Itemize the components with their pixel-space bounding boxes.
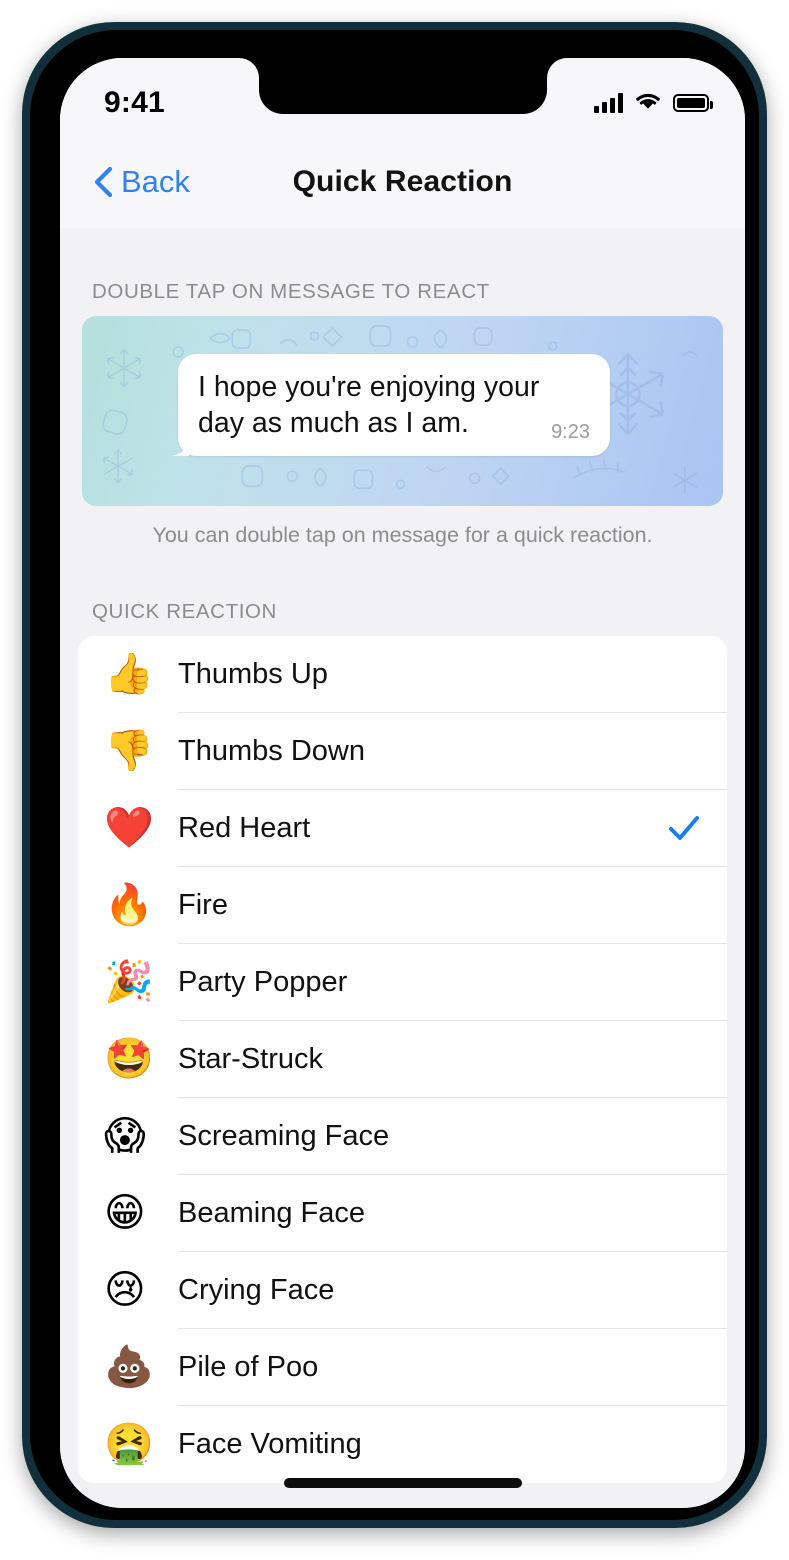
battery-full-icon [673,94,713,112]
reaction-row[interactable]: 👍 Thumbs Up [78,636,727,713]
wifi-icon [633,90,663,117]
message-section-header: DOUBLE TAP ON MESSAGE TO REACT [92,280,490,303]
notch-ear-right [546,58,567,78]
reaction-label: Crying Face [178,1273,335,1306]
reaction-label: Star-Struck [178,1042,324,1075]
reaction-emoji-icon: 🔥 [104,882,154,929]
device-frame: 9:41 Back Quick Reaction DOUBLE TAP ON M… [22,22,767,1528]
reaction-row[interactable]: 👎 Thumbs Down [78,713,727,790]
back-button[interactable]: Back [92,164,190,200]
status-indicators [594,90,713,117]
status-time: 9:41 [104,86,165,119]
reaction-emoji-icon: 🤩 [104,1036,154,1083]
reaction-label: Beaming Face [178,1196,365,1229]
reaction-row[interactable]: 😢 Crying Face [78,1252,727,1329]
reaction-label: Party Popper [178,965,348,998]
device-bezel: 9:41 Back Quick Reaction DOUBLE TAP ON M… [30,30,759,1520]
reaction-emoji-icon: 🤮 [104,1421,154,1468]
message-section-footer: You can double tap on message for a quic… [152,523,653,547]
reaction-emoji-icon: 👎 [104,728,154,775]
chat-bubble-timestamp: 9:23 [551,420,590,443]
cellular-signal-icon [594,93,623,113]
reaction-row[interactable]: 🎉 Party Popper [78,944,727,1021]
reaction-label: Screaming Face [178,1119,390,1152]
chevron-left-icon [94,166,113,198]
reaction-label: Red Heart [178,811,311,844]
reaction-label: Fire [178,888,228,921]
settings-content: DOUBLE TAP ON MESSAGE TO REACT I hope yo… [60,228,745,1508]
reaction-row[interactable]: 🤮 Face Vomiting [78,1406,727,1483]
chat-bubble: I hope you're enjoying your day as much … [178,354,610,456]
reaction-row[interactable]: 💩 Pile of Poo [78,1329,727,1406]
reaction-row[interactable]: 🤩 Star-Struck [78,1021,727,1098]
reaction-emoji-icon: ❤️ [104,805,154,852]
reaction-emoji-icon: 😁 [104,1190,146,1237]
back-button-label: Back [121,164,190,199]
notch-ear-left [238,58,259,78]
reaction-emoji-icon: 😱 [104,1113,146,1160]
reaction-label: Face Vomiting [178,1427,362,1460]
reaction-emoji-icon: 🎉 [104,959,154,1006]
reaction-emoji-icon: 💩 [104,1344,154,1391]
reaction-label: Thumbs Down [178,734,365,767]
reaction-row[interactable]: 😁 Beaming Face [78,1175,727,1252]
navigation-bar: Back Quick Reaction [60,136,745,228]
home-indicator[interactable] [283,1478,522,1488]
message-preview-card[interactable]: I hope you're enjoying your day as much … [82,316,723,506]
checkmark-icon [669,816,699,841]
display-notch [258,58,547,114]
quick-reaction-section-header: QUICK REACTION [92,599,277,623]
chat-bubble-text: I hope you're enjoying your day as much … [198,371,540,439]
reaction-row[interactable]: 🔥 Fire [78,867,727,944]
reaction-label: Thumbs Up [178,657,328,690]
reaction-row[interactable]: 😱 Screaming Face [78,1098,727,1175]
reaction-label: Pile of Poo [178,1350,319,1383]
reaction-emoji-icon: 👍 [104,651,154,698]
reaction-row[interactable]: ❤️ Red Heart [78,790,727,867]
reaction-emoji-icon: 😢 [104,1267,146,1314]
phone-screen: 9:41 Back Quick Reaction DOUBLE TAP ON M… [60,58,745,1508]
quick-reaction-list: 👍 Thumbs Up 👎 Thumbs Down ❤️ Red Heart 🔥 Fire 🎉 P… [78,635,727,1483]
